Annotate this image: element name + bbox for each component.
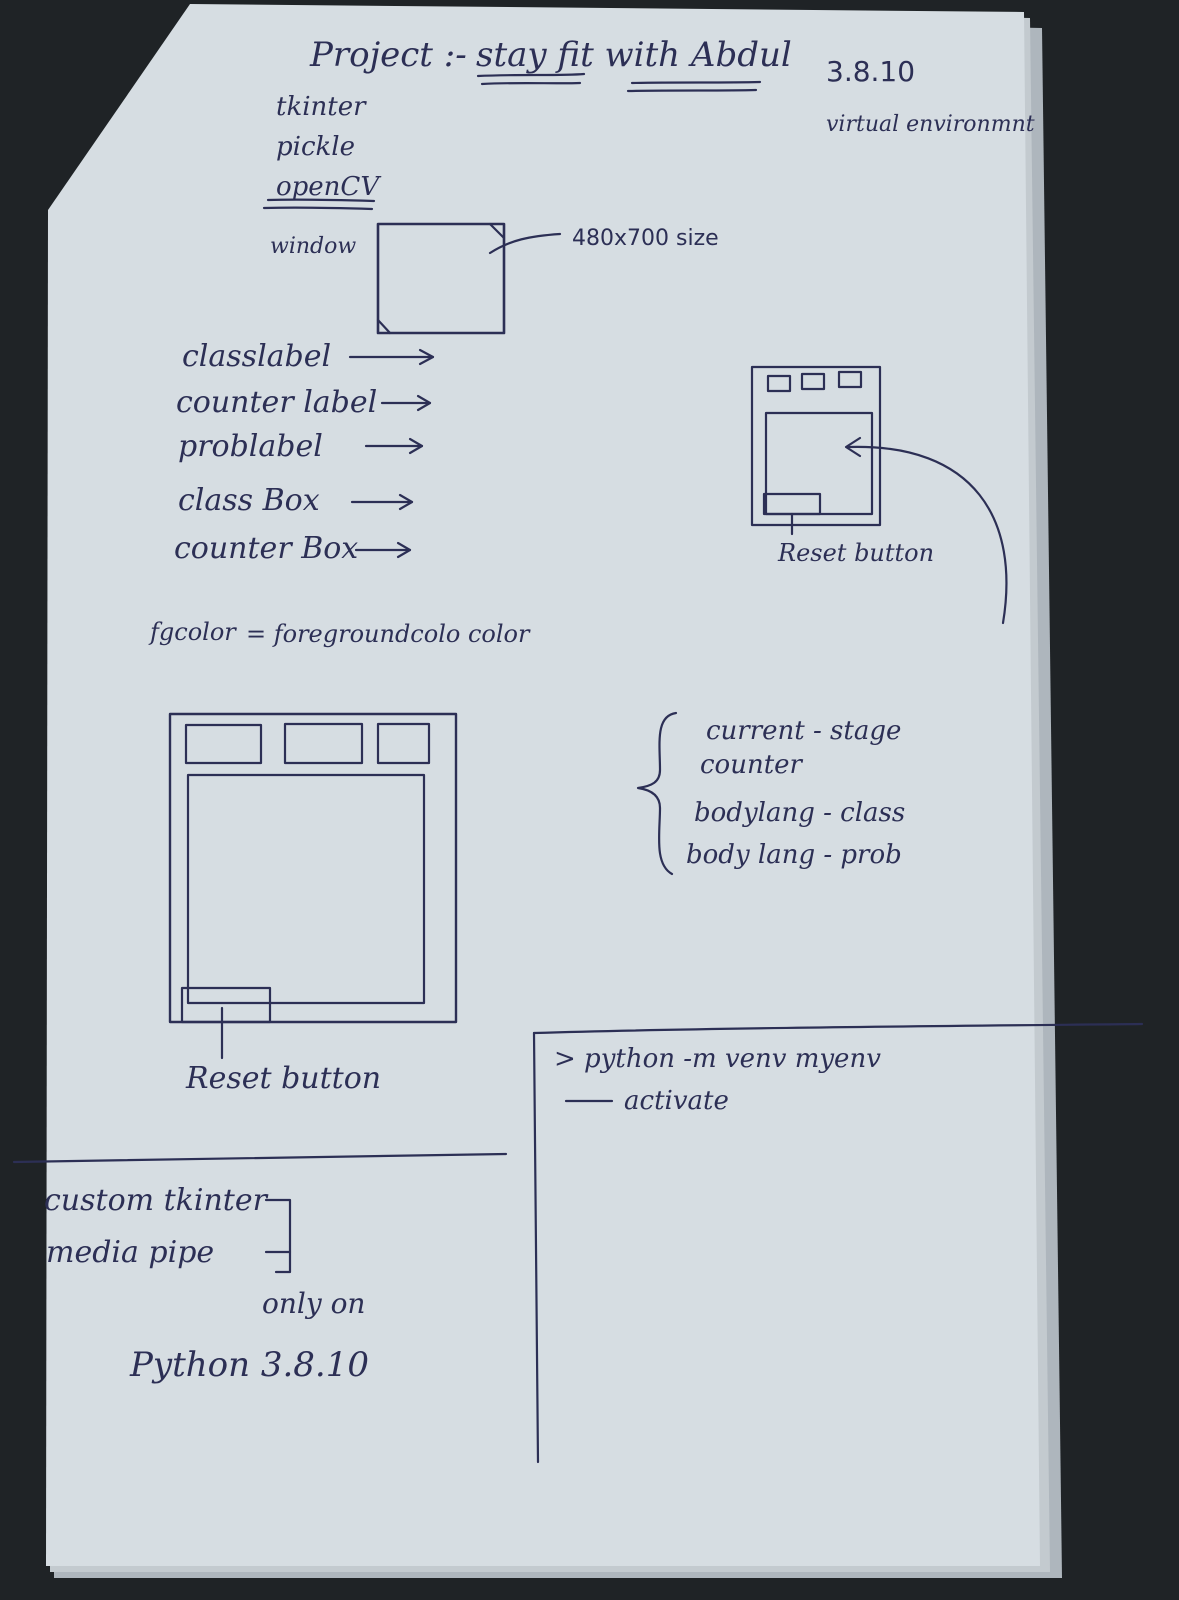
title-underline-3: [630, 80, 762, 85]
widget-counter-box: counter Box: [174, 531, 359, 566]
library-tkinter: tkinter: [276, 92, 366, 122]
small-sketch-reset-caption: Reset button: [778, 539, 935, 567]
python-version-note: 3.8.10: [826, 55, 916, 88]
photo-scene: Project :- stay fit with Abdul 3.8.10 vi…: [0, 0, 1179, 1600]
footer-python-version: Python 3.8.10: [130, 1345, 369, 1385]
widget-class-box: class Box: [178, 483, 320, 518]
widget-prob-label: problabel: [178, 429, 323, 464]
venv-note: virtual environmnt: [826, 112, 1035, 137]
library-opencv: openCV: [276, 172, 380, 202]
footer-only-on-note: only on: [262, 1287, 366, 1320]
fgcolor-key: fgcolor: [150, 618, 236, 646]
opencv-underline-2: [262, 206, 374, 211]
command-activate: activate: [624, 1086, 729, 1116]
widget-counter-label: counter label: [176, 385, 378, 420]
variable-bodylang-prob: body lang - prob: [686, 840, 902, 870]
project-label: Project :-: [310, 35, 467, 75]
command-venv: > python -m venv myenv: [554, 1044, 881, 1074]
footer-lib-customtkinter: custom tkinter: [44, 1183, 267, 1218]
project-title: stay fit with Abdul: [476, 35, 792, 75]
title-underline-2: [480, 81, 582, 86]
window-size-note: 480x700 size: [572, 226, 719, 251]
large-sketch-reset-caption: Reset button: [186, 1061, 382, 1096]
paper-sheet: [46, 4, 1040, 1566]
variable-current-stage: current - stage: [706, 716, 902, 746]
fgcolor-value: = foregroundcolo color: [246, 620, 530, 648]
widget-class-label: classlabel: [182, 339, 332, 374]
footer-lib-mediapipe: media pipe: [46, 1235, 215, 1270]
variable-counter: counter: [700, 750, 802, 780]
window-label: window: [270, 234, 357, 259]
library-pickle: pickle: [276, 132, 355, 162]
variable-bodylang-class: bodylang - class: [694, 798, 906, 828]
title-underline-4: [626, 88, 758, 93]
